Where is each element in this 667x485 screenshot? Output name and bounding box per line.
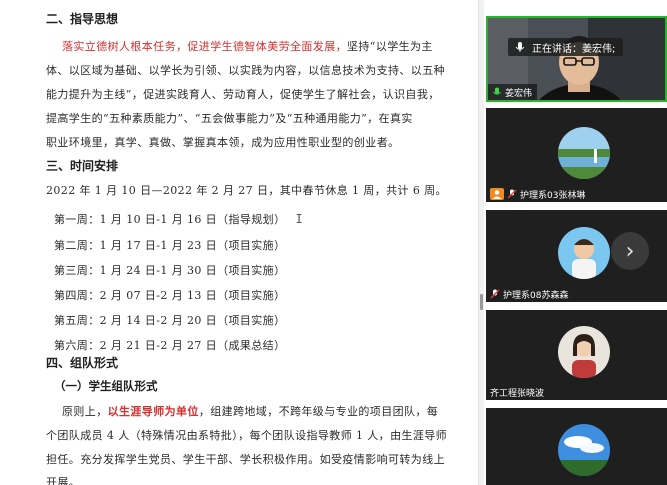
schedule-week: 第四周：2 月 07 日-2 月 13 日（项目实施） [54,289,286,302]
speaking-label: 正在讲话：姜宏伟; [532,43,616,55]
schedule-week-text: 第一周：1 月 10 日-1 月 16 日（指导规划） [54,213,286,226]
heading-team-format: 四、组队形式 [46,356,119,370]
schedule-week: 第五周：2 月 14 日-2 月 20 日（项目实施） [54,314,286,327]
highlighted-text: 以生涯导师为单位 [107,405,199,418]
paragraph-line: 能力提升为主线”，促进实践育人、劳动育人，促使学生了解社会，认识自我， [46,88,440,101]
avatar [558,424,610,476]
avatar [558,326,610,378]
participant-name: 护理系03张林琳 [520,190,586,201]
paragraph-text: ，组建跨地域，不跨年级与专业的项目团队，每 [198,405,439,418]
video-tile-speaker[interactable]: 正在讲话：姜宏伟; 姜宏伟 [486,16,667,102]
paragraph-line: 个团队成员 4 人（特殊情况由系特批），每个团队设指导教师 1 人，由生涯导师 [46,429,448,442]
paragraph-line: 体、以区域为基础、以学长为引领、以实践为内容，以信息技术为支持、以五种 [46,64,445,77]
schedule-intro: 2022 年 1 月 10 日—2022 年 2 月 27 日，其中春节休息 1… [46,184,447,197]
drag-handle-icon[interactable] [480,294,483,310]
user-badge-icon [490,188,504,200]
paragraph-text: 原则上， [62,405,108,418]
participant-name-tag: 姜宏伟 [488,84,538,100]
schedule-week: 第三周：1 月 24 日-1 月 30 日（项目实施） [54,264,286,277]
heading-schedule: 三、时间安排 [46,159,119,173]
video-tile-participant[interactable]: 齐工程张晓波 [486,310,667,400]
participant-name-tag: 齐工程张晓波 [486,384,549,400]
landscape-avatar-icon [558,127,610,179]
paragraph-line: 担任。充分发挥学生党员、学生干部、学长积极作用。如受疫情影响可转为线上 [46,453,445,466]
paragraph-line: 职业环境里，真学、真做、掌握真本领，成为应用性职业型的创业者。 [46,136,400,149]
schedule-week: 第六周：2 月 21 日-2 月 27 日（成果总结） [54,339,286,352]
participant-name: 姜宏伟 [505,88,533,99]
subheading-student-teams: （一）学生组队形式 [54,379,158,393]
mic-on-icon [493,87,501,95]
schedule-week: 第一周：1 月 10 日-1 月 16 日（指导规划） I [54,211,303,227]
heading-guiding-ideology: 二、指导思想 [46,12,119,26]
text-cursor-icon: I [295,212,304,226]
mic-muted-icon [490,289,500,299]
next-page-button[interactable]: › [611,232,649,270]
paragraph-line: 原则上，以生涯导师为单位，组建跨地域，不跨年级与专业的项目团队，每 [62,403,438,419]
speaking-indicator: 正在讲话：姜宏伟; [508,38,624,56]
participant-name: 齐工程张晓波 [490,388,545,399]
participant-name-tag: 护理系08苏森森 [486,286,573,302]
participant-name: 护理系08苏森森 [503,290,569,301]
video-tile-participant[interactable]: 护理系03张林琳 [486,108,667,202]
video-panel: 正在讲话：姜宏伟; 姜宏伟 护理系03张林琳 › 护理系08苏森森 齐工程张晓波 [484,0,667,485]
participant-name-tag: 护理系03张林琳 [486,186,590,202]
avatar [558,227,610,279]
avatar [558,127,610,179]
video-tile-participant[interactable] [486,408,667,485]
person-avatar-icon [558,326,610,378]
document-page: 二、指导思想 落实立德树人根本任务，促进学生德智体美劳全面发展，坚持“以学生为主… [0,0,478,485]
highlighted-text: 落实立德树人根本任务，促进学生德智体美劳全面发展， [62,40,347,53]
schedule-week: 第二周：1 月 17 日-1 月 23 日（项目实施） [54,239,286,252]
paragraph-line: 落实立德树人根本任务，促进学生德智体美劳全面发展，坚持“以学生为主 [62,38,433,54]
sky-avatar-icon [558,424,610,476]
paragraph-line: 开展。 [46,476,81,485]
speaking-icon [515,42,525,52]
mic-muted-icon [507,189,517,199]
paragraph-line: 提高学生的“五种素质能力”、“五会做事能力”及“五种通用能力”，在真实 [46,112,413,125]
child-avatar-icon [558,227,610,279]
paragraph-text: 坚持“以学生为主 [347,40,433,53]
video-tile-participant[interactable]: › 护理系08苏森森 [486,210,667,302]
